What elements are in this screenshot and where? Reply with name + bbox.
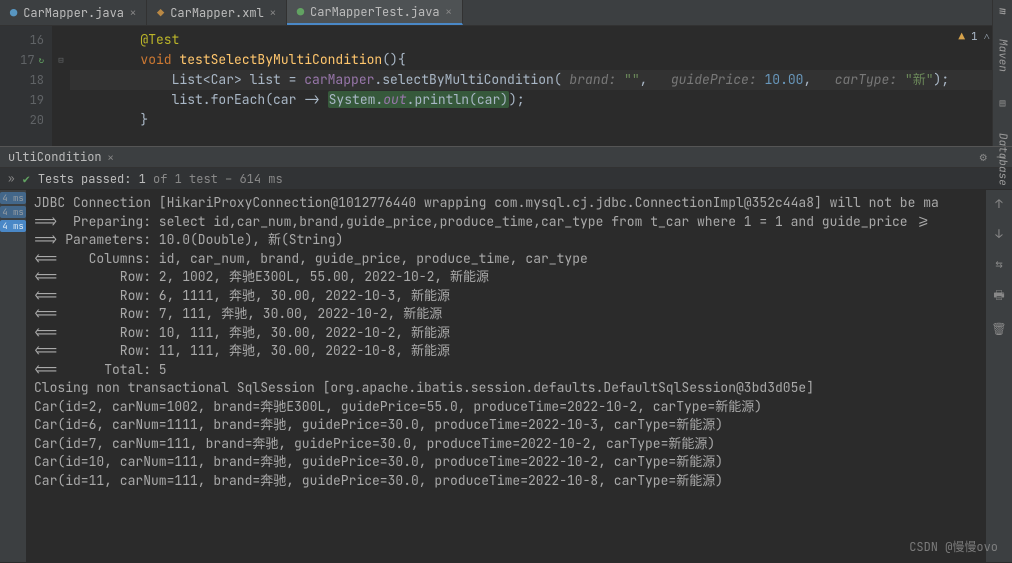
close-icon[interactable]: ✕	[130, 6, 136, 19]
keyword: void	[140, 51, 171, 68]
timing-pill: 4 ms	[0, 220, 26, 232]
run-test-icon[interactable]: ↻	[39, 50, 44, 70]
right-tool-strip: m Maven ▤ Database	[992, 0, 1012, 146]
console-wrap: 4 ms 4 ms 4 ms JDBC Connection [HikariPr…	[0, 190, 1012, 562]
tab-label: CarMapper.xml	[170, 5, 264, 21]
xml-icon: ◆	[157, 5, 164, 21]
clear-icon[interactable]: 🗑	[991, 321, 1006, 337]
warning-count: 1	[971, 30, 978, 44]
class-icon: ●	[10, 5, 17, 21]
chevron-up-icon[interactable]: ˄	[984, 30, 990, 44]
scroll-up-icon[interactable]: ↑	[995, 196, 1002, 212]
gutter: 16 17↻ 18 19 20	[0, 26, 52, 146]
editor-area[interactable]: 16 17↻ 18 19 20 ⊟ @Test void testSelectB…	[0, 26, 1012, 146]
check-icon: ✔	[23, 171, 30, 187]
tests-status-bar: » ✔ Tests passed: 1 of 1 test – 614 ms	[0, 168, 1012, 190]
database-tool-icon[interactable]: ▤	[999, 96, 1005, 109]
database-tool-label[interactable]: Database	[996, 133, 1010, 186]
tab-label: CarMapperTest.java	[310, 4, 440, 20]
soft-wrap-icon[interactable]: ⇆	[995, 256, 1002, 272]
tool-tab-title[interactable]: ultiCondition	[8, 149, 102, 165]
console-toolbar: ↑ ↓ ⇆ 🖶 🗑	[986, 190, 1012, 562]
line-number: 19	[30, 90, 44, 110]
line-number: 18	[30, 70, 44, 90]
console-output[interactable]: JDBC Connection [HikariProxyConnection@1…	[26, 190, 986, 562]
method-name: testSelectByMultiCondition	[179, 51, 382, 68]
editor-tabs-bar: ● CarMapper.java ✕ ◆ CarMapper.xml ✕ ● C…	[0, 0, 1012, 26]
print-icon[interactable]: 🖶	[993, 286, 1004, 307]
scroll-down-icon[interactable]: ↓	[995, 226, 1002, 242]
chevron-right-icon[interactable]: »	[8, 172, 15, 186]
close-icon[interactable]: ✕	[446, 5, 452, 18]
maven-tool-icon[interactable]: m	[996, 8, 1010, 15]
close-icon[interactable]: ✕	[270, 6, 276, 19]
timing-pill: 4 ms	[0, 206, 26, 218]
warning-icon: ▲	[958, 30, 965, 44]
close-icon[interactable]: ✕	[108, 151, 114, 164]
tab-carmapper-java[interactable]: ● CarMapper.java ✕	[0, 0, 147, 25]
maven-tool-label[interactable]: Maven	[996, 39, 1010, 72]
code-area[interactable]: @Test void testSelectByMultiCondition(){…	[70, 26, 1012, 146]
tool-window-tab-bar: ultiCondition ✕ ⚙ —	[0, 146, 1012, 168]
fold-icon[interactable]: ⊟	[52, 50, 70, 70]
tab-carmapper-xml[interactable]: ◆ CarMapper.xml ✕	[147, 0, 287, 25]
timing-column: 4 ms 4 ms 4 ms	[0, 190, 26, 562]
fold-column: ⊟	[52, 26, 70, 146]
watermark: CSDN @慢慢ovo	[909, 538, 998, 555]
tab-carmappertest-java[interactable]: ● CarMapperTest.java ✕	[287, 0, 463, 25]
line-number: 17	[20, 50, 34, 70]
test-class-icon: ●	[297, 4, 304, 20]
line-number: 20	[30, 110, 44, 130]
tab-label: CarMapper.java	[23, 5, 124, 21]
annotation: @Test	[140, 31, 179, 48]
gear-icon[interactable]: ⚙	[980, 149, 987, 165]
timing-pill: 4 ms	[0, 192, 26, 204]
tests-count: 1	[139, 171, 146, 187]
tests-suffix: of 1 test – 614 ms	[146, 171, 283, 187]
line-number: 16	[30, 30, 44, 50]
tests-label: Tests passed:	[38, 171, 139, 187]
